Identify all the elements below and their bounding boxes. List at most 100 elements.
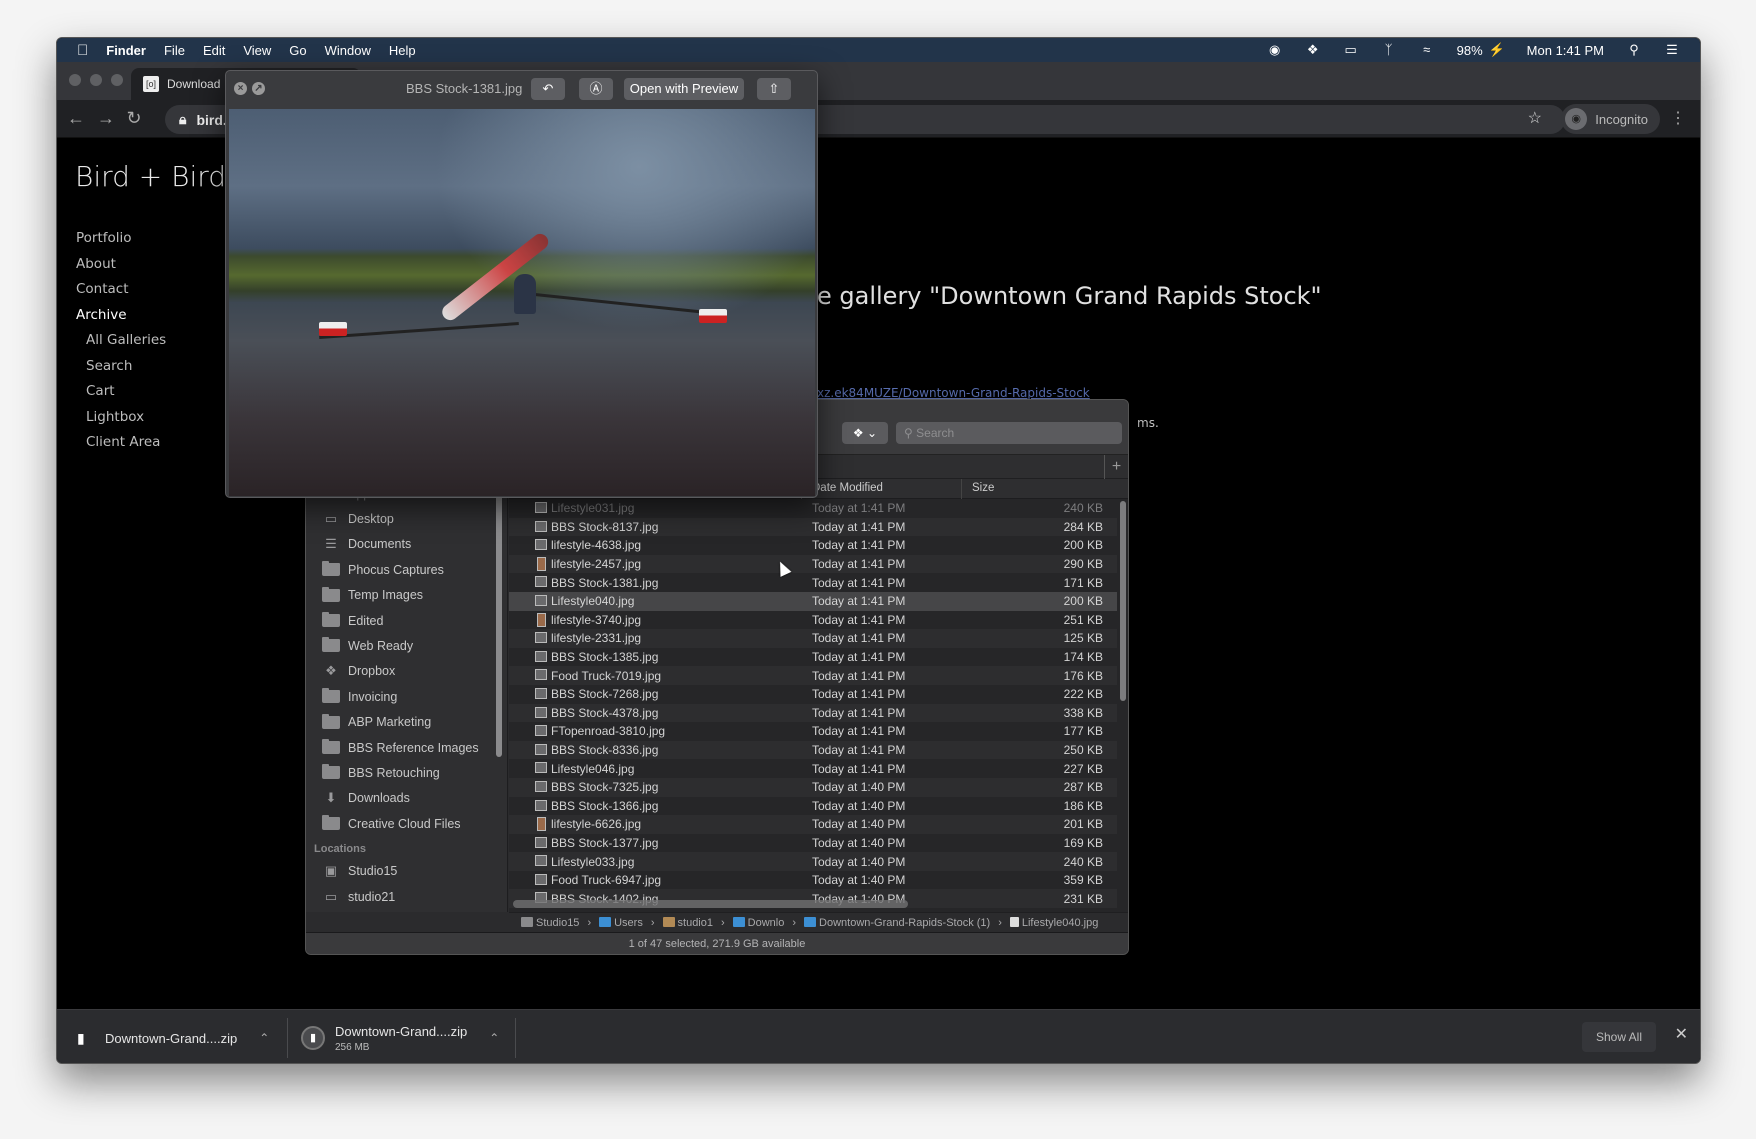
file-row[interactable]: lifestyle-4638.jpg Today at 1:41 PM 200 KB [509, 536, 1117, 555]
site-nav-archive[interactable]: Archive [76, 303, 166, 329]
menu-go[interactable]: Go [289, 43, 306, 58]
path-component[interactable]: Lifestyle040.jpg [1009, 916, 1098, 929]
column-size[interactable]: Size [972, 482, 994, 494]
fullscreen-icon[interactable]: ↗ [252, 82, 265, 95]
forward-arrow-icon[interactable]: → [95, 108, 117, 129]
airplay-icon[interactable]: ▭ [1343, 42, 1359, 58]
sidebar-item-bbs-reference-images[interactable]: BBS Reference Images [322, 735, 479, 760]
apple-menu-icon[interactable]:  [77, 42, 88, 59]
file-row[interactable]: BBS Stock-8137.jpg Today at 1:41 PM 284 KB [509, 517, 1117, 537]
horizontal-scrollbar[interactable] [513, 900, 908, 908]
file-row[interactable]: BBS Stock-7325.jpg Today at 1:40 PM 287 KB [509, 777, 1117, 797]
dropbox-icon[interactable]: ❖ [1305, 42, 1321, 58]
sidebar-item-desktop[interactable]: ▭ Desktop [322, 506, 394, 531]
menu-clock[interactable]: Mon 1:41 PM [1527, 43, 1604, 58]
site-nav-cart[interactable]: Cart [76, 379, 166, 405]
minimize-window-button[interactable] [90, 74, 102, 86]
bluetooth-icon[interactable]: ᛉ [1381, 42, 1397, 58]
menu-edit[interactable]: Edit [203, 43, 225, 58]
sidebar-item-phocus-captures[interactable]: Phocus Captures [322, 557, 444, 582]
rotate-left-button[interactable]: ↶ [531, 78, 565, 100]
path-component[interactable]: Studio15 [521, 916, 579, 929]
spotlight-search-icon[interactable]: ⚲ [1626, 42, 1642, 58]
browser-menu-icon[interactable]: ⋮ [1670, 108, 1686, 128]
vertical-scrollbar[interactable] [1120, 501, 1126, 701]
sidebar-item-creative-cloud-files[interactable]: Creative Cloud Files [322, 811, 461, 836]
download-item-2[interactable]: ▮ Downtown-Grand....zip 256 MB ⌃ [301, 1016, 499, 1060]
menu-view[interactable]: View [243, 43, 271, 58]
menu-file[interactable]: File [164, 43, 185, 58]
path-component[interactable]: Users [599, 916, 643, 929]
column-date-modified[interactable]: Date Modified [812, 482, 883, 494]
share-button[interactable]: ⇧ [757, 78, 791, 100]
site-nav-portfolio[interactable]: Portfolio [76, 226, 166, 252]
markup-button[interactable]: Ⓐ [579, 78, 613, 100]
path-component[interactable]: studio1 [662, 916, 713, 929]
file-row[interactable]: BBS Stock-4378.jpg Today at 1:41 PM 338 KB [509, 703, 1117, 723]
path-component[interactable]: Downlo [732, 916, 784, 929]
wifi-icon[interactable]: ≈ [1419, 42, 1435, 58]
file-row[interactable]: BBS Stock-1366.jpg Today at 1:40 PM 186 KB [509, 797, 1117, 816]
close-downloads-icon[interactable]: ✕ [1675, 1024, 1688, 1044]
battery-charging-icon[interactable]: ⚡ [1489, 42, 1505, 58]
file-row[interactable]: BBS Stock-8336.jpg Today at 1:41 PM 250 KB [509, 740, 1117, 760]
site-nav-lightbox[interactable]: Lightbox [76, 405, 166, 431]
sidebar-item-bbs-retouching[interactable]: BBS Retouching [322, 760, 440, 785]
sidebar-item-documents[interactable]: ☰ Documents [322, 532, 411, 557]
close-icon[interactable]: × [234, 82, 247, 95]
file-row[interactable]: lifestyle-3740.jpg Today at 1:41 PM 251 KB [509, 611, 1117, 630]
path-component[interactable]: Downtown-Grand-Rapids-Stock (1) [804, 916, 990, 929]
site-nav-all-galleries[interactable]: All Galleries [76, 328, 166, 354]
file-row[interactable]: BBS Stock-7268.jpg Today at 1:41 PM 222 KB [509, 685, 1117, 704]
file-row[interactable]: lifestyle-6626.jpg Today at 1:40 PM 201 KB [509, 815, 1117, 834]
gallery-link[interactable]: xz.ek84MUZE/Downtown-Grand-Rapids-Stock [817, 386, 1090, 400]
file-date: Today at 1:41 PM [812, 743, 906, 758]
download-item-1[interactable]: ▮ Downtown-Grand....zip ⌃ [77, 1016, 269, 1060]
file-row[interactable]: Food Truck-6947.jpg Today at 1:40 PM 359 K… [509, 871, 1117, 890]
sidebar-item-temp-images[interactable]: Temp Images [322, 583, 423, 608]
site-nav-contact[interactable]: Contact [76, 277, 166, 303]
site-nav-search[interactable]: Search [76, 354, 166, 380]
incognito-badge[interactable]: ◉ Incognito [1561, 104, 1660, 134]
menu-help[interactable]: Help [389, 43, 416, 58]
site-nav-client-area[interactable]: Client Area [76, 430, 166, 456]
site-nav-about[interactable]: About [76, 252, 166, 278]
bookmark-star-icon[interactable]: ☆ [1528, 108, 1542, 128]
show-all-button[interactable]: Show All [1581, 1022, 1656, 1052]
battery-percent[interactable]: 98% [1457, 43, 1483, 58]
chevron-up-icon[interactable]: ⌃ [489, 1031, 499, 1045]
file-row[interactable]: Lifestyle031.jpg Today at 1:41 PM 240 KB [509, 499, 1117, 518]
file-row[interactable]: BBS Stock-1385.jpg Today at 1:41 PM 174 KB [509, 648, 1117, 667]
sidebar-item-invoicing[interactable]: Invoicing [322, 684, 397, 709]
new-tab-plus-icon[interactable]: + [1104, 455, 1128, 479]
file-row[interactable]: lifestyle-2331.jpg Today at 1:41 PM 125 KB [509, 629, 1117, 648]
sidebar-item-downloads[interactable]: ⬇ Downloads [322, 786, 410, 811]
sidebar-item-abp-marketing[interactable]: ABP Marketing [322, 710, 431, 735]
screen-record-icon[interactable]: ◉ [1267, 42, 1283, 58]
menu-app-name[interactable]: Finder [106, 43, 146, 58]
file-row[interactable]: BBS Stock-1381.jpg Today at 1:41 PM 171 KB [509, 573, 1117, 592]
sidebar-item-edited[interactable]: Edited [322, 608, 383, 633]
notification-center-icon[interactable]: ☰ [1664, 42, 1680, 58]
back-arrow-icon[interactable]: ← [65, 108, 87, 129]
sidebar-scrollbar[interactable] [496, 487, 502, 757]
dropbox-menu-button[interactable]: ❖ ⌄ [842, 422, 888, 444]
sidebar-location-studio15[interactable]: ▣ Studio15 [322, 859, 398, 884]
open-with-preview-button[interactable]: Open with Preview [624, 78, 744, 100]
file-row[interactable]: Lifestyle046.jpg Today at 1:41 PM 227 KB [509, 759, 1117, 778]
file-row[interactable]: Lifestyle040.jpg Today at 1:41 PM 200 KB [509, 591, 1117, 611]
file-row[interactable]: FTopenroad-3810.jpg Today at 1:41 PM 177 K… [509, 722, 1117, 741]
file-row[interactable]: BBS Stock-1377.jpg Today at 1:40 PM 169 KB [509, 834, 1117, 853]
file-row[interactable]: lifestyle-2457.jpg Today at 1:41 PM 290 KB [509, 554, 1117, 574]
zoom-window-button[interactable] [111, 74, 123, 86]
close-window-button[interactable] [69, 74, 81, 86]
sidebar-item-dropbox[interactable]: ❖ Dropbox [322, 659, 395, 684]
reload-icon[interactable]: ↻ [123, 108, 145, 129]
menu-window[interactable]: Window [325, 43, 371, 58]
file-row[interactable]: Food Truck-7019.jpg Today at 1:41 PM 176 K… [509, 666, 1117, 685]
sidebar-item-web-ready[interactable]: Web Ready [322, 633, 413, 658]
sidebar-location-studio21[interactable]: ▭ studio21 [322, 884, 395, 909]
chevron-up-icon[interactable]: ⌃ [259, 1031, 269, 1045]
file-row[interactable]: Lifestyle033.jpg Today at 1:40 PM 240 KB [509, 852, 1117, 871]
search-field[interactable]: ⚲ Search [896, 422, 1122, 444]
